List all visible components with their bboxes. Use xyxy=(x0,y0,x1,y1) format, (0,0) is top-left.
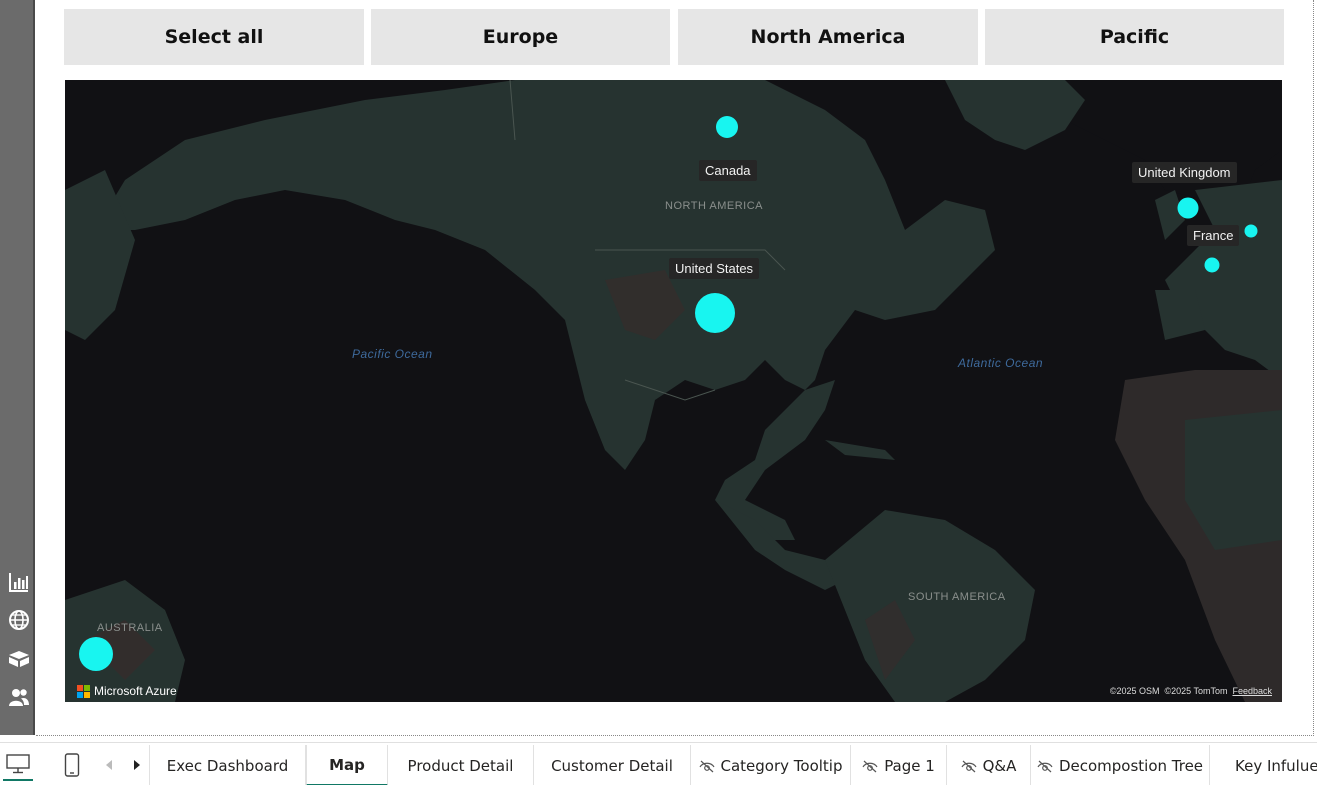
map-bubble-united-kingdom[interactable] xyxy=(1177,197,1199,219)
tab-exec-dashboard[interactable]: Exec Dashboard xyxy=(150,745,306,785)
hidden-eye-icon xyxy=(961,760,977,772)
mobile-view-button[interactable] xyxy=(60,749,84,781)
tab-map[interactable]: Map xyxy=(306,745,388,785)
tab-key-influencers[interactable]: Key Infuluen xyxy=(1210,745,1317,785)
monitor-icon xyxy=(6,754,30,774)
tab-label: Product Detail xyxy=(407,756,514,775)
region-label-australia: AUSTRALIA xyxy=(97,622,163,634)
ocean-label-atlantic: Atlantic Ocean xyxy=(958,356,1044,370)
map-bubble-australia[interactable] xyxy=(79,637,113,671)
hidden-eye-icon xyxy=(1037,760,1053,772)
map-bubble-germany[interactable] xyxy=(1244,224,1258,238)
boxes-icon[interactable] xyxy=(6,645,32,671)
left-rail xyxy=(0,0,35,735)
country-label-canada: Canada xyxy=(699,160,757,181)
map-bubble-united-states[interactable] xyxy=(695,293,735,333)
region-label-south-america: SOUTH AMERICA xyxy=(908,591,1006,603)
globe-icon[interactable] xyxy=(6,607,32,633)
tab-label: Key Infuluen xyxy=(1235,756,1317,775)
people-icon[interactable] xyxy=(6,684,32,710)
chevron-right-icon xyxy=(134,760,140,770)
region-label-north-america: NORTH AMERICA xyxy=(665,200,763,212)
country-label-france: France xyxy=(1187,225,1240,246)
tab-label: Category Tooltip xyxy=(720,756,843,775)
chevron-left-icon xyxy=(106,760,112,770)
attribution-osm: ©2025 OSM xyxy=(1109,686,1160,696)
attribution-tomtom: ©2025 TomTom xyxy=(1164,686,1228,696)
tab-customer-detail[interactable]: Customer Detail xyxy=(534,745,691,785)
tab-page-1[interactable]: Page 1 xyxy=(851,745,947,785)
tab-category-tooltip[interactable]: Category Tooltip xyxy=(691,745,851,785)
bar-chart-icon[interactable] xyxy=(6,569,32,595)
report-canvas-window: { "slicer": { "items": [ {"label": "Sele… xyxy=(0,0,1317,785)
feedback-link[interactable]: Feedback xyxy=(1232,686,1272,696)
microsoft-azure-logo: Microsoft Azure xyxy=(77,684,177,698)
country-label-united-kingdom: United Kingdom xyxy=(1132,162,1237,183)
map-attribution: ©2025 OSM ©2025 TomTom Feedback xyxy=(1110,686,1272,696)
ocean-label-pacific: Pacific Ocean xyxy=(352,347,433,361)
hidden-eye-icon xyxy=(862,760,878,772)
slicer-pacific[interactable]: Pacific xyxy=(985,9,1284,65)
tab-label: Decompostion Tree xyxy=(1058,756,1204,775)
tab-label: Map xyxy=(329,755,365,774)
hidden-eye-icon xyxy=(698,760,715,772)
tab-label: Q&A xyxy=(982,756,1017,775)
microsoft-logo-icon xyxy=(77,684,90,698)
tab-label: Page 1 xyxy=(884,756,935,775)
desktop-view-button[interactable] xyxy=(3,749,33,781)
map-bubble-canada[interactable] xyxy=(716,116,738,138)
map-visual[interactable]: NORTH AMERICA SOUTH AMERICA AUSTRALIA Pa… xyxy=(65,80,1282,702)
tab-scroll-right-button[interactable] xyxy=(128,749,146,781)
tab-scroll-left-button[interactable] xyxy=(100,749,118,781)
slicer-north-america[interactable]: North America xyxy=(678,9,978,65)
tab-decomposition-tree[interactable]: Decompostion Tree xyxy=(1031,745,1210,785)
slicer-select-all[interactable]: Select all xyxy=(64,9,364,65)
phone-icon xyxy=(64,753,80,777)
map-provider-label: Microsoft Azure xyxy=(94,684,177,698)
tab-product-detail[interactable]: Product Detail xyxy=(388,745,534,785)
tab-label: Exec Dashboard xyxy=(166,756,289,775)
page-tab-bar: Exec Dashboard Map Product Detail Custom… xyxy=(0,742,1317,785)
country-label-united-states: United States xyxy=(669,258,760,279)
map-basemap xyxy=(65,80,1282,702)
tab-q-and-a[interactable]: Q&A xyxy=(947,745,1031,785)
map-bubble-france[interactable] xyxy=(1204,257,1220,273)
slicer-europe[interactable]: Europe xyxy=(371,9,670,65)
tab-label: Customer Detail xyxy=(551,756,673,775)
